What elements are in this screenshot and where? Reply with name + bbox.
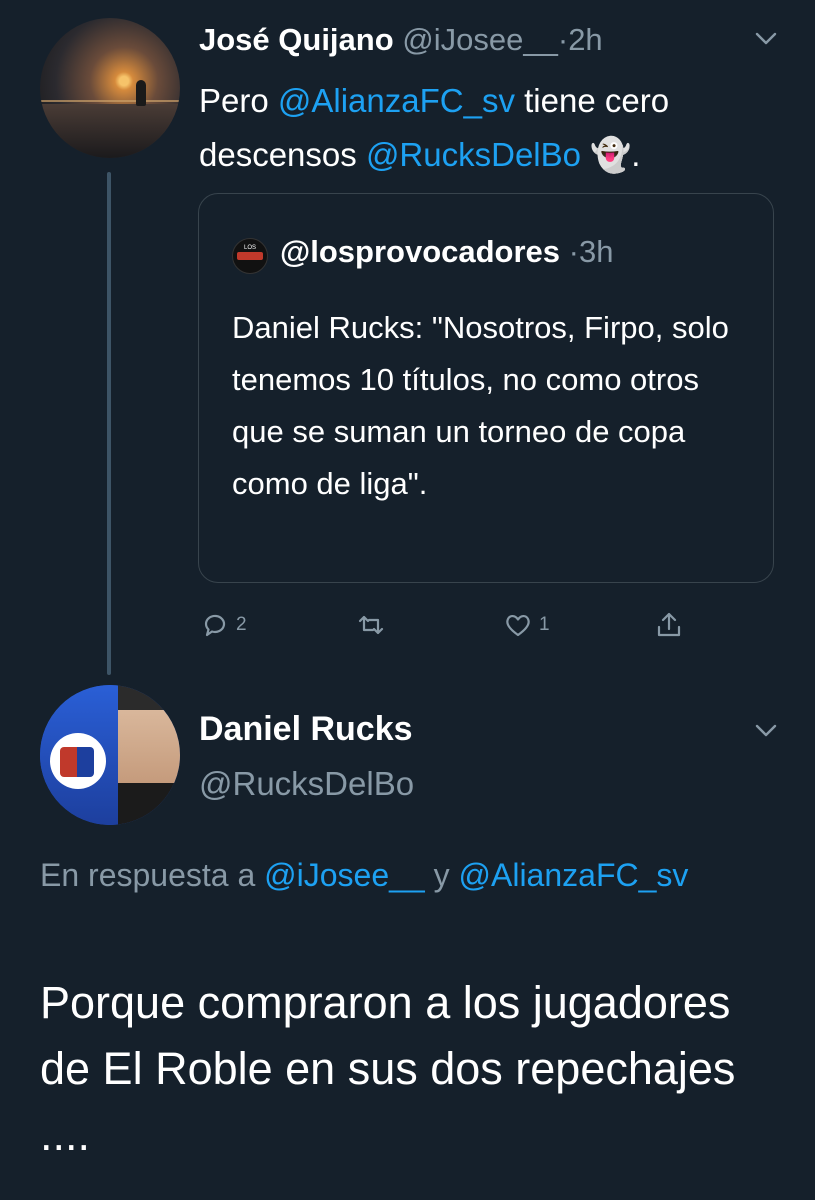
thread-line bbox=[107, 172, 111, 675]
tweet2-author-name[interactable]: Daniel Rucks bbox=[199, 710, 413, 749]
avatar-jose-quijano[interactable] bbox=[40, 18, 180, 158]
replying-to-line: En respuesta a @iJosee__ y @AlianzaFC_sv bbox=[40, 857, 689, 893]
avatar-daniel-rucks[interactable] bbox=[40, 685, 180, 825]
heart-icon bbox=[506, 614, 530, 637]
quoted-text: Daniel Rucks: "Nosotros, Firpo, solo ten… bbox=[232, 310, 729, 501]
ghost-emoji: 👻 bbox=[581, 136, 632, 173]
quoted-avatar: LOS bbox=[232, 238, 268, 274]
quoted-time: 3h bbox=[578, 234, 614, 269]
quoted-header: @losprovocadores ·3h bbox=[280, 234, 613, 270]
mention-rucksdelbo[interactable]: @RucksDelBo bbox=[366, 136, 581, 173]
quoted-handle[interactable]: @losprovocadores bbox=[280, 234, 560, 269]
mention-alianzafc[interactable]: @AlianzaFC_sv bbox=[459, 857, 689, 893]
like-count: 1 bbox=[539, 614, 550, 635]
tweet1-actions: 2 1 bbox=[0, 610, 815, 646]
tweet2-text: Porque compraron a los jugadores de El R… bbox=[40, 977, 736, 1160]
mention-alianzafc[interactable]: @AlianzaFC_sv bbox=[278, 82, 515, 119]
mention-ijosee[interactable]: @iJosee__ bbox=[264, 857, 425, 893]
tweet1-separator: · bbox=[557, 22, 569, 57]
tweet2-author-handle[interactable]: @RucksDelBo bbox=[199, 765, 414, 803]
tweet1-author-handle[interactable]: @iJosee__ bbox=[402, 22, 558, 57]
tweet1-time[interactable]: 2h bbox=[568, 22, 602, 57]
tweet1-text: Pero @AlianzaFC_sv tiene cero descensos … bbox=[199, 82, 670, 173]
chevron-down-icon[interactable] bbox=[755, 724, 777, 738]
retweet-button[interactable] bbox=[356, 610, 386, 640]
reply-count: 2 bbox=[236, 614, 247, 635]
share-button[interactable] bbox=[654, 610, 684, 640]
reply-icon bbox=[204, 614, 226, 637]
tweet1-header: José Quijano @iJosee__·2h bbox=[199, 22, 603, 58]
reply-button[interactable]: 2 bbox=[200, 610, 247, 640]
chevron-down-icon[interactable] bbox=[755, 32, 777, 46]
quoted-separator: · bbox=[568, 234, 579, 269]
like-button[interactable]: 1 bbox=[503, 610, 550, 640]
tweet1-author-name[interactable]: José Quijano bbox=[199, 22, 394, 57]
share-icon bbox=[657, 612, 681, 637]
retweet-icon bbox=[358, 615, 384, 635]
